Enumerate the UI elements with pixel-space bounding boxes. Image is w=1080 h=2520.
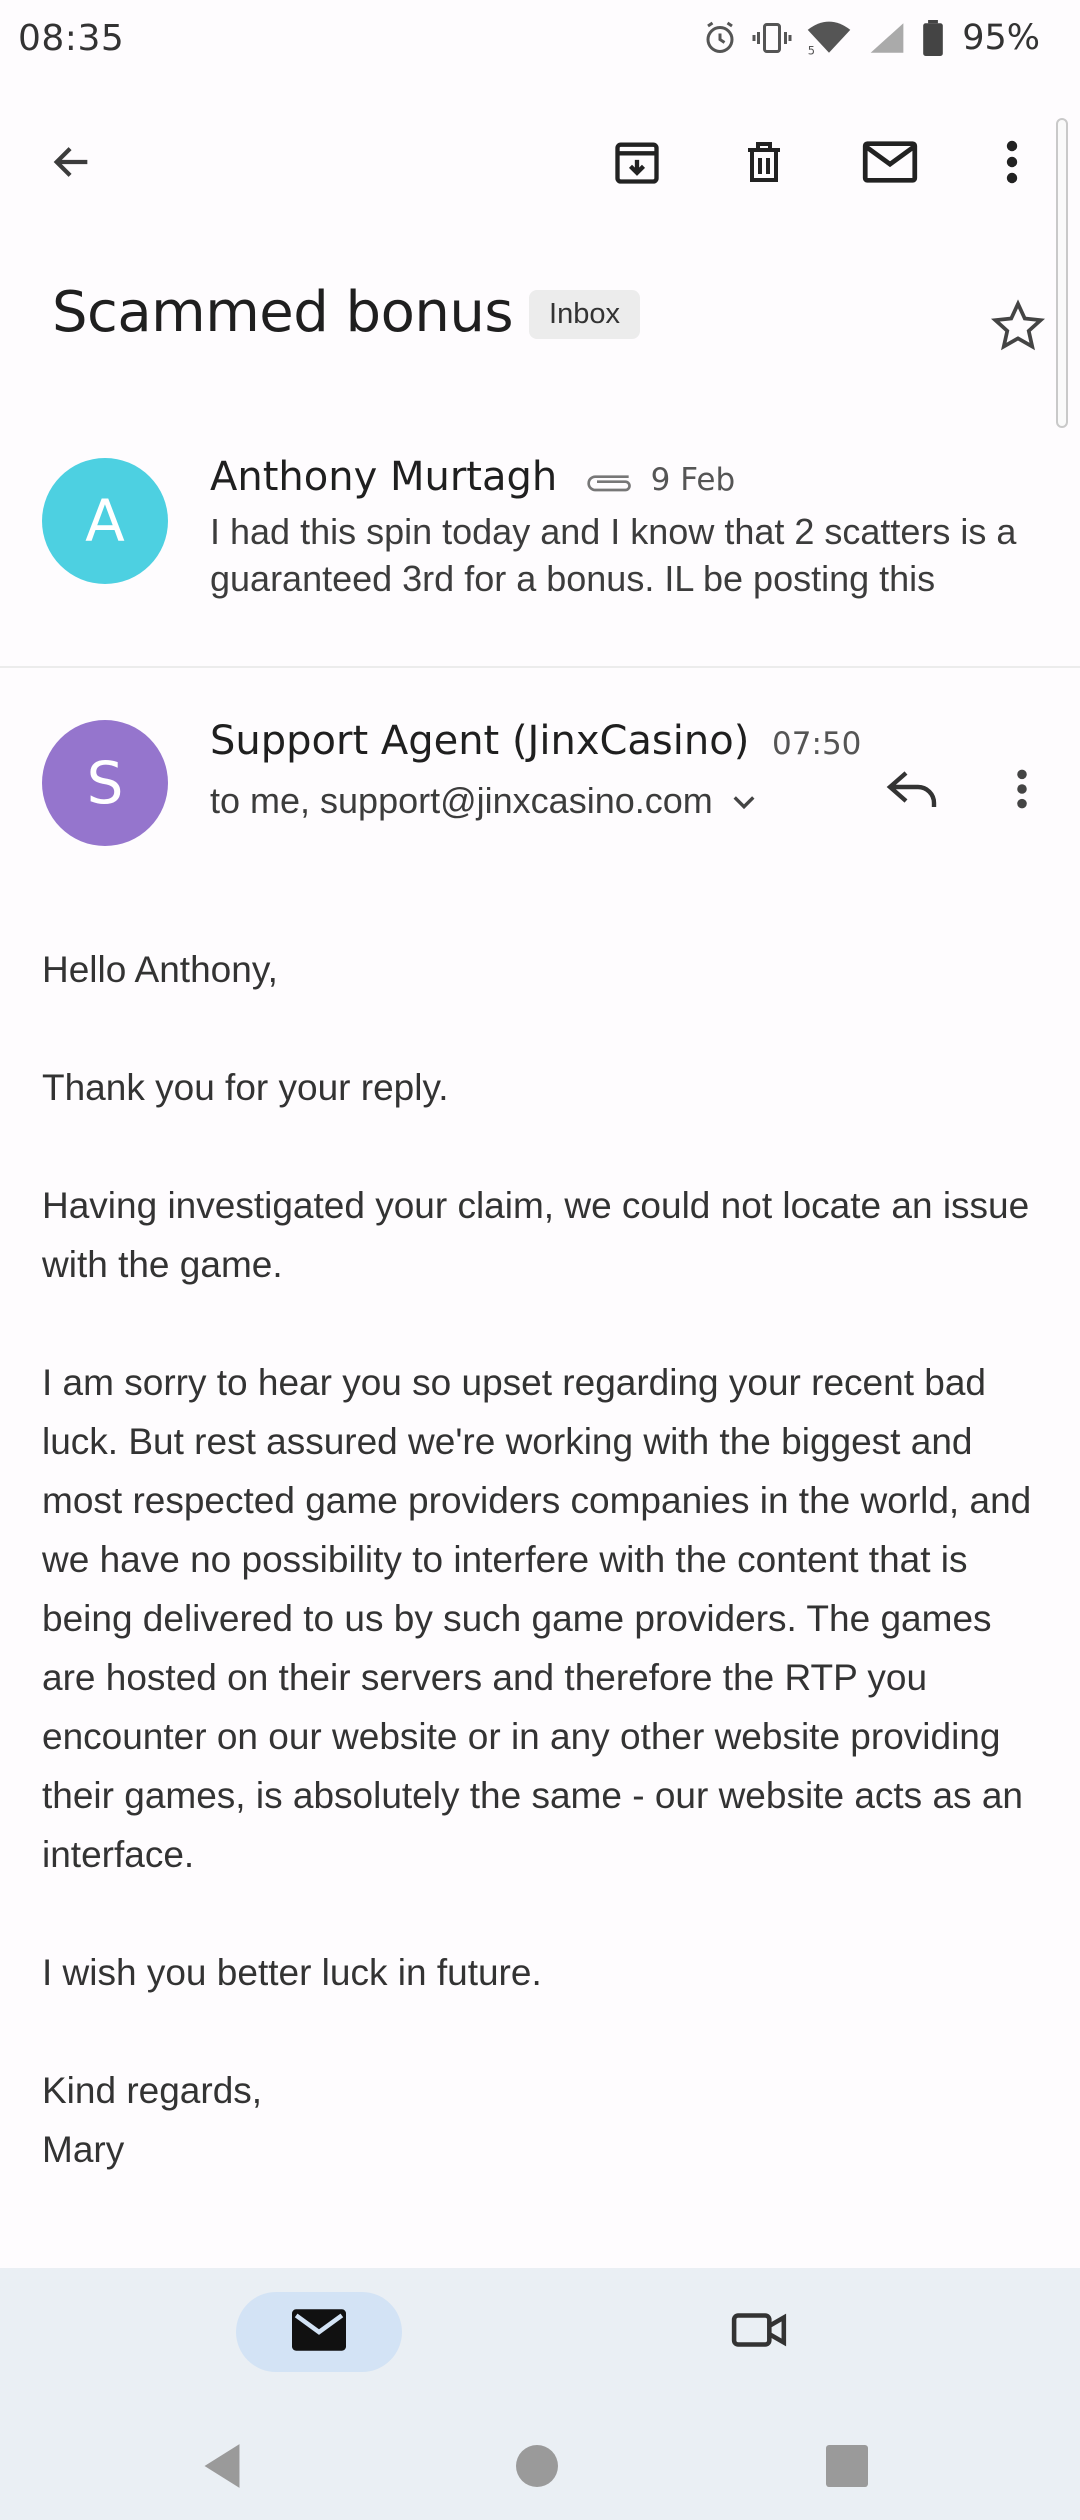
expanded-message-header: S Support Agent (JinxCasino) 07:50: [0, 668, 1080, 888]
email-subject: Scammed bonus: [52, 279, 514, 345]
body-paragraph: I wish you better luck in future.: [42, 1952, 542, 1993]
sender-row: Anthony Murtagh 9 Feb: [210, 454, 735, 502]
more-vert-icon: [1015, 767, 1029, 816]
recipients-toggle[interactable]: to me, support@jinxcasino.com: [210, 780, 757, 822]
video-camera-icon: [731, 2308, 789, 2357]
status-time: 08:35: [18, 17, 125, 59]
nav-mail-tab[interactable]: [236, 2292, 402, 2372]
sender-name: Anthony Murtagh: [210, 454, 558, 500]
wifi-icon: 5: [806, 20, 852, 56]
archive-icon: [611, 136, 663, 193]
status-icons: 5 95%: [702, 18, 1062, 58]
message-time: 07:50: [772, 726, 862, 762]
top-app-bar: [0, 96, 1080, 226]
avatar[interactable]: A: [42, 458, 168, 584]
subject-row: Scammed bonus Inbox: [52, 262, 1012, 362]
bottom-navigation: [0, 2268, 1080, 2520]
chevron-down-icon: [731, 780, 757, 822]
arrow-left-icon: [49, 139, 95, 190]
mail-icon: [862, 140, 918, 189]
alarm-icon: [702, 20, 738, 56]
more-vert-icon: [1004, 138, 1020, 191]
body-paragraph: Thank you for your reply.: [42, 1067, 449, 1108]
message-date: 9 Feb: [650, 462, 736, 498]
battery-percent: 95%: [962, 18, 1040, 58]
body-paragraph: Having investigated your claim, we could…: [42, 1185, 1030, 1285]
attachment-icon: [582, 456, 632, 502]
svg-text:5: 5: [808, 43, 815, 56]
nav-meet-tab[interactable]: [720, 2292, 800, 2372]
body-signoff: Kind regards,: [42, 2070, 263, 2111]
message-snippet: I had this spin today and I know that 2 …: [210, 511, 1017, 599]
mail-icon: [292, 2308, 346, 2356]
reply-icon: [886, 767, 938, 816]
vibrate-icon: [752, 20, 792, 56]
star-icon: [990, 298, 1046, 359]
more-options-button[interactable]: [972, 124, 1052, 204]
body-greeting: Hello Anthony,: [42, 949, 278, 990]
delete-button[interactable]: [724, 124, 804, 204]
body-signature: Mary: [42, 2129, 125, 2170]
sender-name: Support Agent (JinxCasino): [210, 718, 750, 764]
trash-icon: [740, 136, 788, 193]
system-back-button[interactable]: [192, 2438, 252, 2498]
star-button[interactable]: [980, 290, 1056, 366]
sender-row: Support Agent (JinxCasino) 07:50: [210, 718, 861, 764]
message-more-button[interactable]: [984, 753, 1060, 829]
message-body: Hello Anthony, Thank you for your reply.…: [42, 940, 1052, 2179]
inbox-label[interactable]: Inbox: [529, 289, 640, 339]
archive-button[interactable]: [597, 124, 677, 204]
body-paragraph: I am sorry to hear you so upset regardin…: [42, 1362, 1032, 1875]
system-recents-button[interactable]: [817, 2438, 877, 2498]
mark-unread-button[interactable]: [850, 124, 930, 204]
collapsed-message[interactable]: A Anthony Murtagh 9 Feb I had this spin …: [0, 430, 1080, 666]
triangle-back-icon: [200, 2442, 244, 2495]
square-recents-icon: [826, 2444, 868, 2492]
battery-icon: [922, 20, 944, 56]
circle-home-icon: [516, 2444, 558, 2492]
avatar[interactable]: S: [42, 720, 168, 846]
reply-button[interactable]: [874, 753, 950, 829]
back-button[interactable]: [32, 124, 112, 204]
recipients-text: to me, support@jinxcasino.com: [210, 780, 713, 821]
status-bar: 08:35 5 95%: [0, 0, 1080, 76]
system-home-button[interactable]: [507, 2438, 567, 2498]
signal-icon: [866, 20, 908, 56]
